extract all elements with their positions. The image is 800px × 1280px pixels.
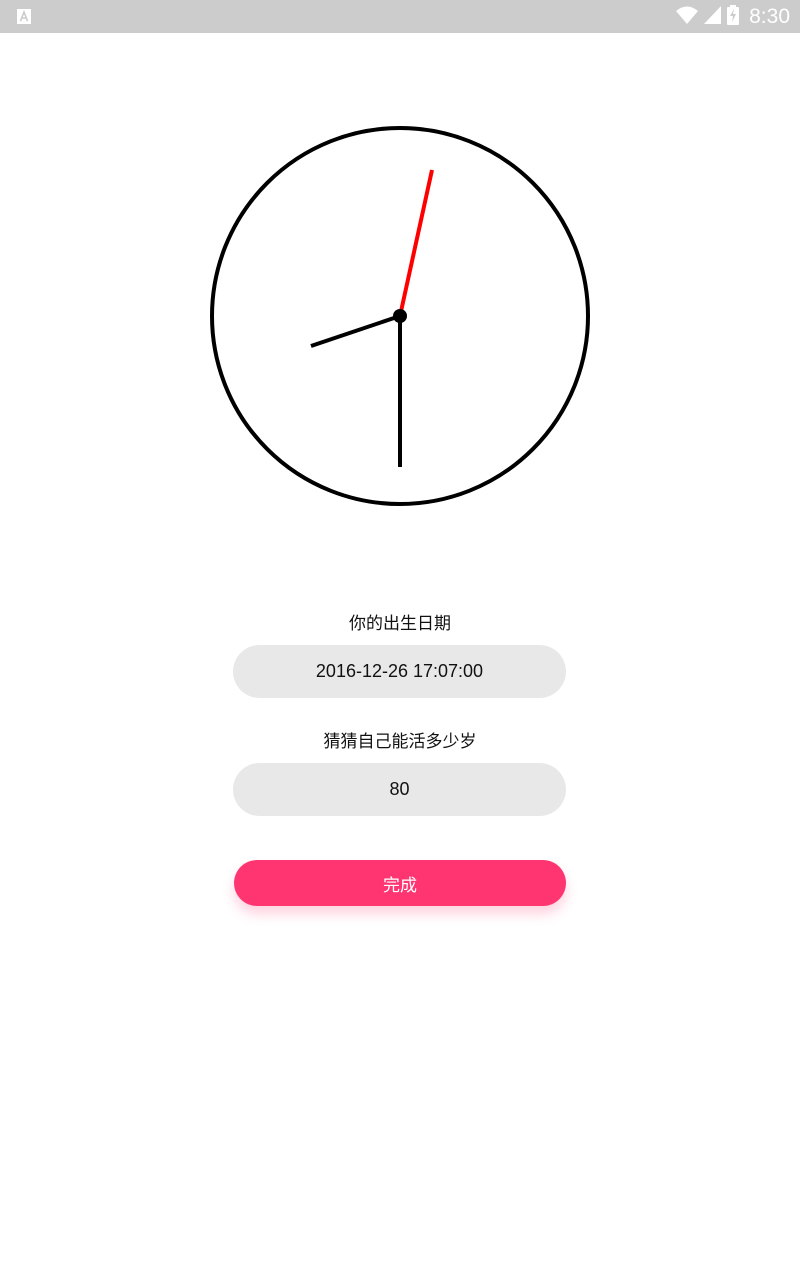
wifi-icon	[676, 6, 699, 28]
clock-center-dot	[393, 309, 407, 323]
done-button[interactable]: 完成	[234, 860, 566, 906]
hour-hand	[310, 314, 401, 348]
app-notification-icon	[17, 9, 31, 24]
second-hand	[398, 169, 434, 317]
analog-clock	[210, 126, 590, 506]
cell-signal-icon	[704, 5, 722, 28]
age-guess-label: 猜猜自己能活多少岁	[323, 732, 477, 752]
status-bar: 8:30	[0, 0, 800, 33]
birth-date-input[interactable]	[233, 645, 566, 698]
birth-date-label: 你的出生日期	[349, 614, 451, 634]
status-time: 8:30	[749, 4, 790, 28]
battery-charging-icon	[727, 4, 740, 29]
age-guess-input[interactable]	[233, 763, 566, 816]
status-icons: 8:30	[676, 0, 790, 33]
